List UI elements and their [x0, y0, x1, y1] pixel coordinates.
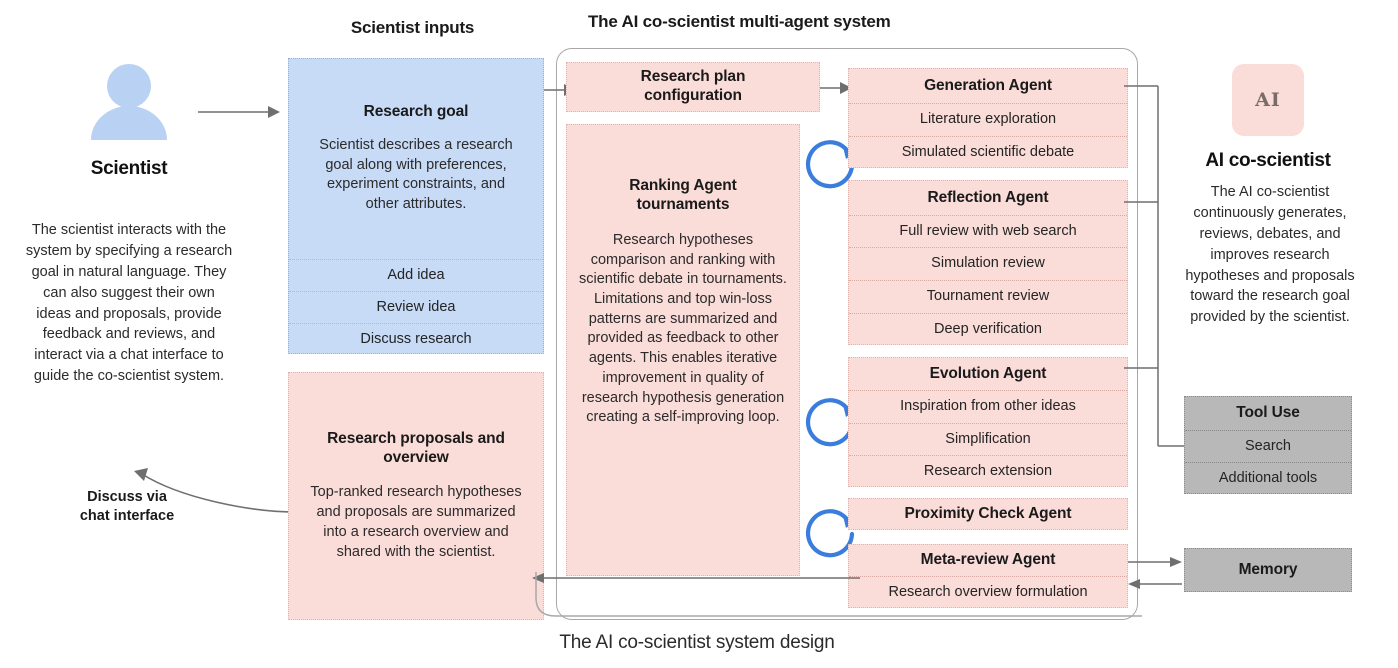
- proximity-check-agent-box[interactable]: Proximity Check Agent: [848, 498, 1128, 530]
- reflection-agent-box[interactable]: Reflection Agent Full review with web se…: [848, 180, 1128, 345]
- reflection-agent-row-deep-verification[interactable]: Deep verification: [849, 313, 1127, 346]
- input-row-add-idea[interactable]: Add idea: [289, 259, 543, 291]
- research-proposals-body: Top-ranked research hypotheses and propo…: [310, 484, 522, 560]
- evolution-agent-box[interactable]: Evolution Agent Inspiration from other i…: [848, 357, 1128, 487]
- research-plan-title-line2: configuration: [644, 87, 742, 104]
- reflection-agent-row-full-review-with-web-search[interactable]: Full review with web search: [849, 215, 1127, 247]
- memory-title: Memory: [1238, 560, 1298, 578]
- ranking-agent-body: Research hypotheses comparison and ranki…: [579, 231, 787, 426]
- research-proposals-panel[interactable]: Research proposals and overview Top-rank…: [288, 372, 544, 620]
- reflection-agent-row-tournament-review[interactable]: Tournament review: [849, 280, 1127, 313]
- tool-use-row-additional-tools[interactable]: Additional tools: [1185, 462, 1351, 495]
- ai-co-scientist-title: AI co-scientist: [1205, 150, 1331, 171]
- evolution-agent-row-research-extension[interactable]: Research extension: [849, 455, 1127, 488]
- evolution-agent-row-inspiration-from-other-ideas[interactable]: Inspiration from other ideas: [849, 390, 1127, 423]
- research-plan-configuration-box[interactable]: Research plan configuration: [566, 62, 820, 112]
- scientist-description: The scientist interacts with the system …: [25, 222, 233, 385]
- ai-co-scientist-description: The AI co-scientist continuously generat…: [1185, 184, 1355, 326]
- ranking-agent-title-line2: tournaments: [636, 195, 730, 213]
- scientist-inputs-panel[interactable]: Research goal Scientist describes a rese…: [288, 58, 544, 354]
- ranking-agent-title-line1: Ranking Agent: [629, 177, 737, 194]
- generation-agent-row-simulated-scientific-debate[interactable]: Simulated scientific debate: [849, 136, 1127, 169]
- research-goal-body: Scientist describes a research goal alon…: [319, 137, 513, 213]
- generation-agent-title: Generation Agent: [924, 76, 1052, 94]
- heading-scientist-inputs: Scientist inputs: [350, 18, 475, 37]
- research-goal-title: Research goal: [363, 103, 469, 121]
- evolution-agent-title: Evolution Agent: [929, 364, 1047, 382]
- scientist-label: Scientist: [90, 158, 168, 179]
- ranking-agent-tournaments-box[interactable]: Ranking Agent tournaments Research hypot…: [566, 124, 800, 576]
- input-row-discuss-research[interactable]: Discuss research: [289, 323, 543, 355]
- figure-root: Scientist inputs The AI co-scientist mul…: [0, 0, 1398, 668]
- research-goal-cell: Research goal Scientist describes a rese…: [289, 59, 543, 259]
- research-plan-title-line1: Research plan: [640, 68, 746, 86]
- generation-agent-box[interactable]: Generation Agent Literature exploration …: [848, 68, 1128, 168]
- tool-use-title: Tool Use: [1236, 404, 1300, 422]
- figure-caption: The AI co-scientist system design: [559, 632, 835, 653]
- reflection-agent-title: Reflection Agent: [927, 188, 1049, 206]
- return-loop-line: [535, 572, 1142, 617]
- tool-use-box[interactable]: Tool Use Search Additional tools: [1184, 396, 1352, 494]
- memory-box[interactable]: Memory: [1184, 548, 1352, 592]
- heading-multi-agent-system: The AI co-scientist multi-agent system: [588, 12, 891, 31]
- research-proposals-title: Research proposals and overview: [327, 429, 505, 466]
- reflection-agent-row-simulation-review[interactable]: Simulation review: [849, 247, 1127, 280]
- person-icon: [91, 64, 167, 140]
- generation-agent-row-literature-exploration[interactable]: Literature exploration: [849, 103, 1127, 136]
- evolution-agent-row-simplification[interactable]: Simplification: [849, 423, 1127, 455]
- tool-use-row-search[interactable]: Search: [1185, 430, 1351, 462]
- arrow-scientist-to-inputs: [198, 106, 280, 118]
- input-row-review-idea[interactable]: Review idea: [289, 291, 543, 323]
- discuss-via-chat-label-line1: Discuss via: [87, 489, 167, 505]
- proximity-check-agent-title: Proximity Check Agent: [904, 504, 1072, 522]
- ai-badge: AI: [1232, 64, 1304, 136]
- discuss-via-chat-label-line2: chat interface: [79, 508, 175, 524]
